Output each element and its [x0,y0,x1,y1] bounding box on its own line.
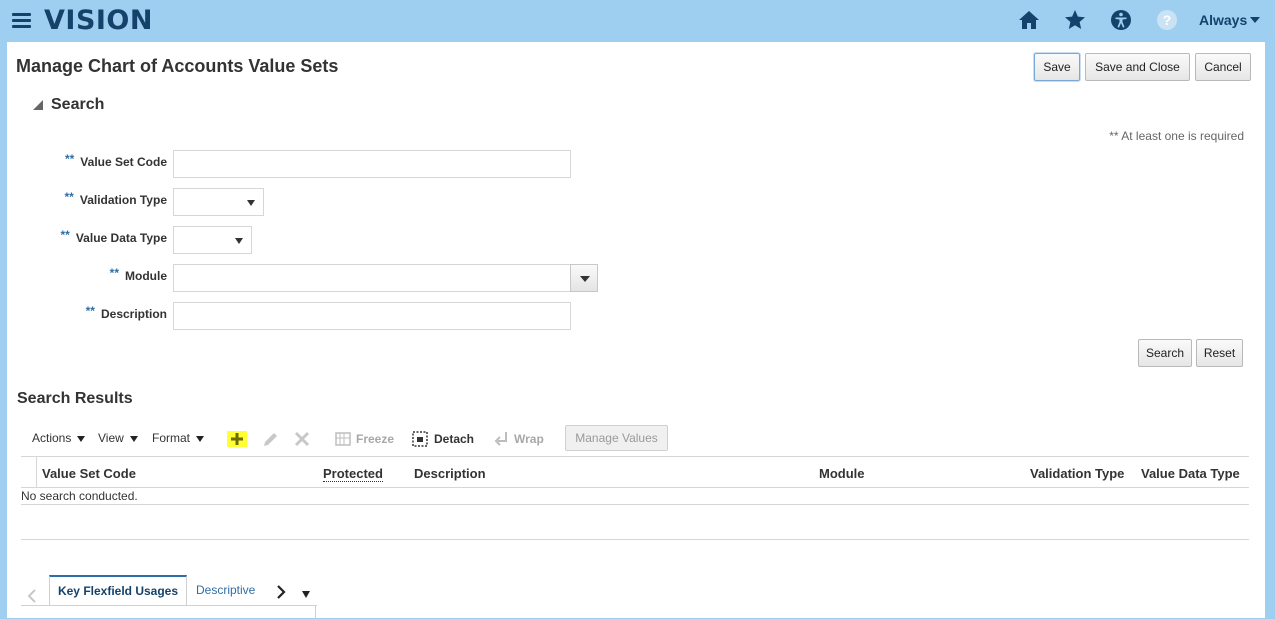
chevron-down-icon [580,276,590,282]
freeze-icon[interactable] [333,429,353,449]
actions-menu[interactable]: Actions [32,431,86,445]
description-input[interactable] [173,302,571,330]
freeze-button[interactable]: Freeze [356,432,394,446]
empty-table-message: No search conducted. [21,489,138,503]
search-results-heading: Search Results [17,390,133,407]
svg-text:?: ? [1163,12,1172,28]
column-header-validation-type[interactable]: Validation Type [1030,466,1124,481]
view-menu[interactable]: View [98,431,138,445]
value-set-code-input[interactable] [173,150,571,178]
page-title: Manage Chart of Accounts Value Sets [16,56,339,76]
value-data-type-label-text: Value Data Type [75,231,167,245]
save-and-close-button[interactable]: Save and Close [1085,53,1190,81]
format-menu-label: Format [152,431,191,445]
actions-menu-label: Actions [32,431,72,445]
value-set-code-label-text: Value Set Code [80,155,167,169]
tab-underline [21,605,317,606]
reset-button[interactable]: Reset [1196,339,1243,367]
chevron-left-icon[interactable] [27,589,37,603]
tab-overflow-icon[interactable] [302,591,310,598]
table-divider [21,504,1249,505]
required-note: ** At least one is required [1109,129,1244,143]
wrap-button[interactable]: Wrap [514,432,544,446]
view-menu-label: View [98,431,124,445]
main-panel: Manage Chart of Accounts Value Sets Save… [7,42,1265,619]
validation-type-label: ** Validation Type [27,190,167,207]
accessibility-icon[interactable] [1109,8,1133,32]
search-heading: Search [51,96,105,113]
wrap-icon[interactable] [492,429,512,449]
save-button[interactable]: Save [1034,53,1080,81]
module-input[interactable] [173,264,571,292]
manage-values-button[interactable]: Manage Values [565,425,668,451]
chevron-down-icon [235,238,243,244]
module-label: ** Module [27,266,167,283]
detail-tabs: Key Flexfield Usages Descriptive [21,573,321,619]
search-button[interactable]: Search [1138,339,1192,367]
tab-key-flexfield-usages[interactable]: Key Flexfield Usages [49,575,187,605]
description-label: ** Description [27,304,167,321]
tab-descriptive[interactable]: Descriptive [196,575,255,605]
user-menu[interactable]: Always [1199,12,1261,28]
description-label-text: Description [100,307,167,321]
home-icon[interactable] [1017,8,1041,32]
chevron-down-icon [247,200,255,206]
star-icon[interactable] [1063,8,1087,32]
value-data-type-label: ** Value Data Type [27,228,168,245]
tab-border [315,605,316,619]
required-marker: ** [64,152,75,166]
section-divider [21,539,1249,540]
required-marker: ** [64,190,74,204]
column-header-module[interactable]: Module [819,466,865,481]
chevron-down-icon [196,436,205,442]
chevron-right-icon[interactable] [276,585,286,599]
column-header-value-data-type[interactable]: Value Data Type [1141,466,1240,481]
format-menu[interactable]: Format [152,431,205,445]
add-row-icon[interactable] [227,429,247,449]
value-set-code-label: ** Value Set Code [27,152,167,169]
detach-icon[interactable] [410,429,430,449]
required-marker: ** [85,304,95,318]
menu-icon[interactable] [12,13,31,29]
value-data-type-select[interactable] [173,226,252,254]
collapse-triangle-icon[interactable] [33,100,43,110]
column-header-value-set-code[interactable]: Value Set Code [42,466,136,481]
validation-type-select[interactable] [173,188,264,216]
chevron-down-icon [1250,17,1261,23]
module-label-text: Module [125,269,167,283]
top-bar: VISION ? Always [0,0,1275,42]
column-header-protected[interactable]: Protected [323,466,383,482]
edit-pencil-icon[interactable] [261,429,281,449]
required-marker: ** [109,266,119,280]
module-dropdown-button[interactable] [570,264,598,292]
table-header: Value Set Code Protected Description Mod… [21,456,1249,488]
cancel-button[interactable]: Cancel [1195,53,1251,81]
column-header-description[interactable]: Description [414,466,486,481]
required-marker: ** [60,228,70,242]
chevron-down-icon [77,436,86,442]
detach-button[interactable]: Detach [434,432,474,446]
results-toolbar: Actions View Format Freeze Detach Wrap M… [21,424,1251,454]
help-icon[interactable]: ? [1155,8,1179,32]
brand-logo[interactable]: VISION [44,5,153,36]
user-menu-label: Always [1199,12,1248,28]
delete-x-icon[interactable] [292,429,312,449]
chevron-down-icon [129,436,138,442]
row-selector-column [21,457,37,487]
validation-type-label-text: Validation Type [79,193,167,207]
